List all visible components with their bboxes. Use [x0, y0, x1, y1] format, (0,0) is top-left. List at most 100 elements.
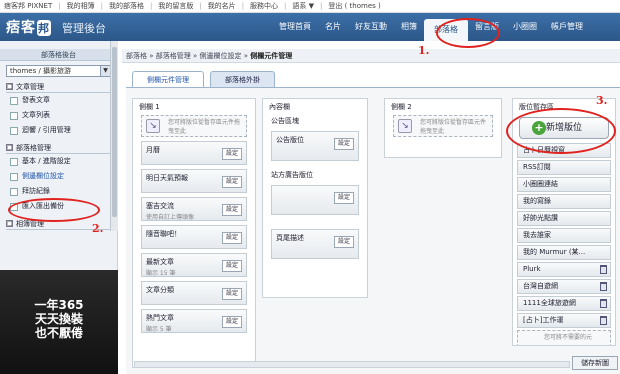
widget-exchange[interactable]: 塞吉交流 使用自訂上傳頭像 設定 [141, 197, 247, 221]
trash-icon[interactable] [600, 282, 607, 291]
sidebar-item-comments[interactable]: 迴響 / 引用管理 [6, 123, 111, 138]
pencil-icon [10, 97, 18, 105]
main-nav: 管理首頁 名片 好友互動 相簿 部落格 留言版 小圈圈 帳戶管理 [272, 13, 590, 41]
widget-popular[interactable]: 熱門文章 顯示 5 筆設定 [141, 309, 247, 333]
section-articles[interactable]: □ 文章管理 [6, 81, 111, 93]
stock-item-label: 小圈圈連結 [523, 180, 558, 188]
crumb-blog-admin[interactable]: 部落格管理 [156, 52, 191, 60]
nav-friends[interactable]: 好友互動 [348, 13, 394, 41]
sidebar-item-sidebar-settings[interactable]: 側邊欄位設定 [6, 169, 111, 184]
top-separator: | [58, 2, 61, 10]
stock-item-label: 台灣自遊網 [523, 282, 558, 290]
trash-icon[interactable] [600, 299, 607, 308]
nav-album[interactable]: 相簿 [394, 13, 424, 41]
nav-home[interactable]: 管理首頁 [272, 13, 318, 41]
trash-icon[interactable] [600, 316, 607, 325]
annotation-number-2: 2. [92, 222, 104, 235]
widget-categories[interactable]: 文章分類 設定 [141, 281, 247, 305]
top-separator: | [320, 2, 323, 10]
column-content: 內容欄 公告區塊 公告版位 設定 站方廣告版位 設定 頁尾描述 設定 [262, 98, 368, 298]
collapse-icon[interactable]: □ [6, 144, 13, 151]
sidebar-item-articles[interactable]: 文章列表 [6, 108, 111, 123]
logo-badge: 邦 [37, 20, 51, 36]
nav-card[interactable]: 名片 [318, 13, 348, 41]
sidebar-item-visits[interactable]: 拜訪紀錄 [6, 184, 111, 199]
widget-footer[interactable]: 頁尾描述 設定 [271, 229, 359, 259]
widget-announcement[interactable]: 公告版位 設定 [271, 131, 359, 161]
tab-widget-manage[interactable]: 側欄元件管理 [132, 71, 204, 87]
sidebar-item-post[interactable]: 發表文章 [6, 93, 111, 108]
widget-settings-button[interactable]: 設定 [334, 192, 354, 204]
top-link-guestbook[interactable]: 我的留言版 [158, 1, 193, 11]
top-link-logout[interactable]: 登出 ( thomes ) [328, 1, 380, 11]
widget-settings-button[interactable]: 設定 [222, 316, 242, 328]
chevron-down-icon[interactable]: ▼ [100, 66, 110, 76]
widget-settings-button[interactable]: 設定 [222, 260, 242, 272]
gear-icon [10, 158, 18, 166]
top-link-blog[interactable]: 我的部落格 [109, 1, 144, 11]
top-link-albums[interactable]: 我的相簿 [67, 1, 95, 11]
column-title: 側欄 1 [139, 103, 160, 111]
collapse-icon[interactable]: □ [6, 220, 13, 227]
stock-item[interactable]: 1111全球旅遊網 [517, 296, 611, 311]
nav-group[interactable]: 小圈圈 [506, 13, 544, 41]
widget-settings-button[interactable]: 設定 [222, 204, 242, 216]
crumb-sidebar-settings[interactable]: 側邊欄位設定 [200, 52, 242, 60]
save-button[interactable]: 儲存新圖 [572, 356, 618, 370]
widget-weather[interactable]: 明日天氣預報 設定 [141, 169, 247, 193]
widget-settings-button[interactable]: 設定 [222, 176, 242, 188]
widget-settings-button[interactable]: 設定 [222, 148, 242, 160]
scrollbar-thumb[interactable] [112, 47, 117, 217]
sidebar-item-label: 迴響 / 引用管理 [22, 126, 71, 134]
stock-drop-zone[interactable]: 您可將不需要的元 [517, 330, 611, 345]
widget-settings-button[interactable]: 設定 [334, 236, 354, 248]
section-blog-admin[interactable]: □ 部落格管理 [6, 142, 111, 154]
section-title: 文章管理 [16, 82, 44, 91]
top-link-pixnet[interactable]: 痞客邦 PIXNET [4, 1, 52, 11]
section-label: 站方廣告版位 [271, 171, 313, 179]
widget-calendar[interactable]: 月曆 設定 [141, 141, 247, 165]
tab-bar: 側欄元件管理 部落格外掛 [132, 71, 275, 87]
breadcrumb: 部落格 » 部落格管理 » 側邊欄位設定 » 側欄元件管理 [122, 49, 620, 63]
sidebar-scrollbar[interactable] [110, 41, 118, 231]
stock-item-label: 我的 Murmur (某... [523, 248, 586, 256]
banner-line: 天天換裝 [34, 312, 83, 326]
tab-blog-plugins[interactable]: 部落格外掛 [210, 71, 275, 87]
stock-item[interactable]: 小圈圈連結 [517, 177, 611, 192]
trash-icon[interactable] [600, 265, 607, 274]
widget-music[interactable]: 隨音聯吧！ 設定 [141, 225, 247, 249]
stock-item[interactable]: 我的 Murmur (某... [517, 245, 611, 260]
main-panel: 部落格 » 部落格管理 » 側邊欄位設定 » 側欄元件管理 側欄元件管理 部落格… [122, 41, 620, 374]
stock-item-label: Plurk [523, 265, 541, 273]
widget-site-ad[interactable]: 設定 [271, 185, 359, 215]
drop-zone[interactable]: ↘ 您可將版位從暫存區元件拖曳至此 [141, 115, 247, 137]
collapse-icon[interactable]: □ [6, 83, 13, 90]
ad-banner[interactable]: 一年365 天天換裝 也不厭倦 [0, 270, 118, 374]
top-link-language[interactable]: 語系 ▼ [292, 1, 314, 11]
widget-settings-button[interactable]: 設定 [222, 288, 242, 300]
stock-item[interactable]: 台灣自遊網 [517, 279, 611, 294]
sidebar-item-settings[interactable]: 基本 / 進階設定 [6, 154, 111, 169]
widget-settings-button[interactable]: 設定 [334, 138, 354, 150]
stock-item[interactable]: 我去誰家 [517, 228, 611, 243]
widget-settings-button[interactable]: 設定 [222, 232, 242, 244]
nav-account[interactable]: 帳戶管理 [544, 13, 590, 41]
pixnet-logo[interactable]: 痞客邦 [6, 17, 51, 37]
blog-select[interactable]: thomes / 攝影旅游 ▼ [6, 65, 111, 77]
annotation-circle-2 [8, 198, 100, 222]
stock-item-label: [占卜]工作運 [523, 316, 564, 324]
stock-item[interactable]: 好帥光點讚 [517, 211, 611, 226]
stock-item[interactable]: Plurk [517, 262, 611, 277]
widget-latest-articles[interactable]: 最新文章 顯示 15 筆設定 [141, 253, 247, 277]
stock-item[interactable]: 我的寫錄 [517, 194, 611, 209]
stock-item[interactable]: RSS訂閱 [517, 160, 611, 175]
drop-zone[interactable]: ↘ 您可將版位從暫存區元件拖曳至此 [393, 115, 493, 137]
banner-line: 也不厭倦 [34, 326, 83, 340]
top-link-service[interactable]: 服務中心 [250, 1, 278, 11]
horizontal-scrollbar[interactable] [134, 361, 570, 368]
sidebar-heading: 部落格後台 [0, 49, 117, 61]
stock-item[interactable]: [占卜]工作運 [517, 313, 611, 328]
crumb-blog[interactable]: 部落格 [126, 52, 147, 60]
top-link-card[interactable]: 我的名片 [208, 1, 236, 11]
section-label: 公告區塊 [271, 117, 299, 125]
